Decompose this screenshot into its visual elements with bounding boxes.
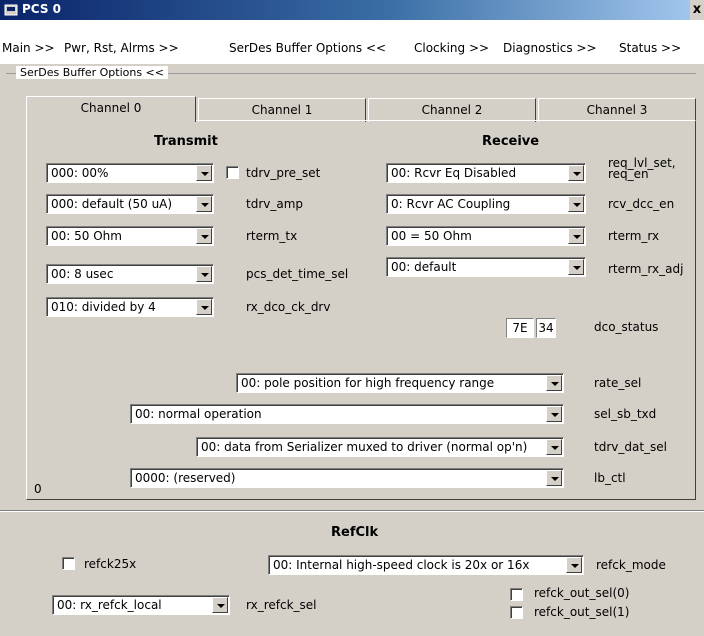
rterm-rx-select[interactable]: 00 = 50 Ohm — [386, 226, 586, 246]
tab-channel-3[interactable]: Channel 3 — [538, 98, 696, 122]
lb-ctl-label: lb_ctl — [594, 471, 626, 485]
pcs-det-time-sel-label: pcs_det_time_sel — [246, 267, 349, 281]
req-lvl-set-label: req_lvl_set, req_en — [608, 157, 676, 181]
rate-sel-label: rate_sel — [594, 376, 642, 390]
chevron-down-icon[interactable] — [568, 196, 584, 212]
rterm-tx-select[interactable]: 00: 50 Ohm — [46, 226, 214, 246]
sel-sb-txd-value: 00: normal operation — [135, 407, 262, 421]
window-title: PCS 0 — [22, 2, 61, 16]
tab-channel-1[interactable]: Channel 1 — [198, 98, 366, 122]
channel-index: 0 — [34, 482, 42, 496]
menu-pwr-rst-alrms[interactable]: Pwr, Rst, Alrms >> — [64, 41, 179, 55]
refclk-divider — [0, 510, 704, 512]
tdrv-pre-set-label: tdrv_pre_set — [246, 166, 321, 180]
menu-clocking[interactable]: Clocking >> — [414, 41, 489, 55]
receive-heading: Receive — [482, 134, 540, 149]
rate-sel-select[interactable]: 00: pole position for high frequency ran… — [236, 373, 564, 393]
rcv-dcc-en-select[interactable]: 0: Rcvr AC Coupling — [386, 194, 586, 214]
app-icon — [4, 4, 18, 16]
rcv-dcc-en-value: 0: Rcvr AC Coupling — [391, 197, 511, 211]
sel-sb-txd-select[interactable]: 00: normal operation — [130, 404, 564, 424]
tdrv-pre-set-value: 000: 00% — [51, 166, 109, 180]
refck-out-sel1-checkbox[interactable] — [510, 606, 523, 619]
menu-serdes-buffer-options[interactable]: SerDes Buffer Options << — [229, 41, 386, 55]
req-lvl-set-select[interactable]: 00: Rcvr Eq Disabled — [386, 163, 586, 183]
tab-channel-2[interactable]: Channel 2 — [368, 98, 536, 122]
channel-tabs: Channel 0 Channel 1 Channel 2 Channel 3 — [26, 96, 696, 122]
tab-channel-0[interactable]: Channel 0 — [26, 96, 196, 122]
lb-ctl-value: 0000: (reserved) — [135, 471, 236, 485]
refclk-heading: RefClk — [331, 525, 379, 540]
chevron-down-icon[interactable] — [546, 439, 562, 455]
chevron-down-icon[interactable] — [546, 406, 562, 422]
dco-status-label: dco_status — [594, 320, 659, 334]
dco-status-high: 7E — [506, 318, 534, 338]
tdrv-pre-set-checkbox[interactable] — [226, 166, 239, 179]
lb-ctl-select[interactable]: 0000: (reserved) — [130, 468, 564, 488]
refck-mode-label: refck_mode — [596, 558, 666, 572]
menu-main[interactable]: Main >> — [2, 41, 55, 55]
rx-refck-sel-value: 00: rx_refck_local — [57, 598, 162, 612]
rterm-rx-label: rterm_rx — [608, 229, 660, 243]
refck25x-checkbox[interactable] — [62, 557, 75, 570]
refck-mode-value: 00: Internal high-speed clock is 20x or … — [273, 558, 530, 572]
tdrv-dat-sel-select[interactable]: 00: data from Serializer muxed to driver… — [196, 437, 564, 457]
chevron-down-icon[interactable] — [196, 266, 212, 282]
rx-dco-ck-drv-select[interactable]: 010: divided by 4 — [46, 297, 214, 317]
chevron-down-icon[interactable] — [546, 470, 562, 486]
serdes-buffer-options-toggle[interactable]: SerDes Buffer Options << — [16, 66, 168, 79]
rx-dco-ck-drv-value: 010: divided by 4 — [51, 300, 156, 314]
tdrv-dat-sel-value: 00: data from Serializer muxed to driver… — [201, 440, 528, 454]
rterm-tx-label: rterm_tx — [246, 229, 298, 243]
refck-out-sel1-label: refck_out_sel(1) — [534, 605, 630, 619]
menu-bar: Main >> Pwr, Rst, Alrms >> SerDes Buffer… — [0, 20, 704, 79]
pcs-det-time-sel-select[interactable]: 00: 8 usec — [46, 264, 214, 284]
dco-status-low: 34 — [536, 318, 556, 338]
req-en-label-line2: req_en — [608, 167, 649, 181]
req-lvl-set-value: 00: Rcvr Eq Disabled — [391, 166, 517, 180]
rcv-dcc-en-label: rcv_dcc_en — [608, 197, 675, 211]
refck25x-label: refck25x — [84, 557, 137, 571]
rx-dco-ck-drv-label: rx_dco_ck_drv — [246, 300, 331, 314]
rterm-rx-adj-value: 00: default — [391, 260, 457, 274]
tdrv-pre-set-select[interactable]: 000: 00% — [46, 163, 214, 183]
rate-sel-value: 00: pole position for high frequency ran… — [241, 376, 495, 390]
chevron-down-icon[interactable] — [196, 165, 212, 181]
chevron-down-icon[interactable] — [546, 375, 562, 391]
chevron-down-icon[interactable] — [196, 228, 212, 244]
tdrv-dat-sel-label: tdrv_dat_sel — [594, 440, 668, 454]
tdrv-amp-select[interactable]: 000: default (50 uA) — [46, 194, 214, 214]
transmit-heading: Transmit — [154, 134, 218, 149]
refck-mode-select[interactable]: 00: Internal high-speed clock is 20x or … — [268, 555, 584, 575]
title-bar: PCS 0 x — [0, 0, 704, 20]
pcs-det-time-sel-value: 00: 8 usec — [51, 267, 114, 281]
sel-sb-txd-label: sel_sb_txd — [594, 407, 657, 421]
tdrv-amp-value: 000: default (50 uA) — [51, 197, 173, 211]
tdrv-amp-label: tdrv_amp — [246, 197, 304, 211]
chevron-down-icon[interactable] — [568, 228, 584, 244]
refck-out-sel0-checkbox[interactable] — [510, 588, 523, 601]
menu-diagnostics[interactable]: Diagnostics >> — [503, 41, 597, 55]
chevron-down-icon[interactable] — [212, 597, 228, 613]
refck-out-sel0-label: refck_out_sel(0) — [534, 586, 630, 600]
rterm-rx-value: 00 = 50 Ohm — [391, 229, 472, 243]
chevron-down-icon[interactable] — [196, 299, 212, 315]
close-button[interactable]: x — [690, 0, 704, 20]
menu-status[interactable]: Status >> — [619, 41, 681, 55]
chevron-down-icon[interactable] — [566, 557, 582, 573]
rterm-tx-value: 00: 50 Ohm — [51, 229, 122, 243]
rx-refck-sel-label: rx_refck_sel — [246, 598, 317, 612]
rterm-rx-adj-label: rterm_rx_adj — [608, 262, 684, 276]
chevron-down-icon[interactable] — [568, 165, 584, 181]
rterm-rx-adj-select[interactable]: 00: default — [386, 257, 586, 277]
rx-refck-sel-select[interactable]: 00: rx_refck_local — [52, 595, 230, 615]
chevron-down-icon[interactable] — [196, 196, 212, 212]
chevron-down-icon[interactable] — [568, 259, 584, 275]
